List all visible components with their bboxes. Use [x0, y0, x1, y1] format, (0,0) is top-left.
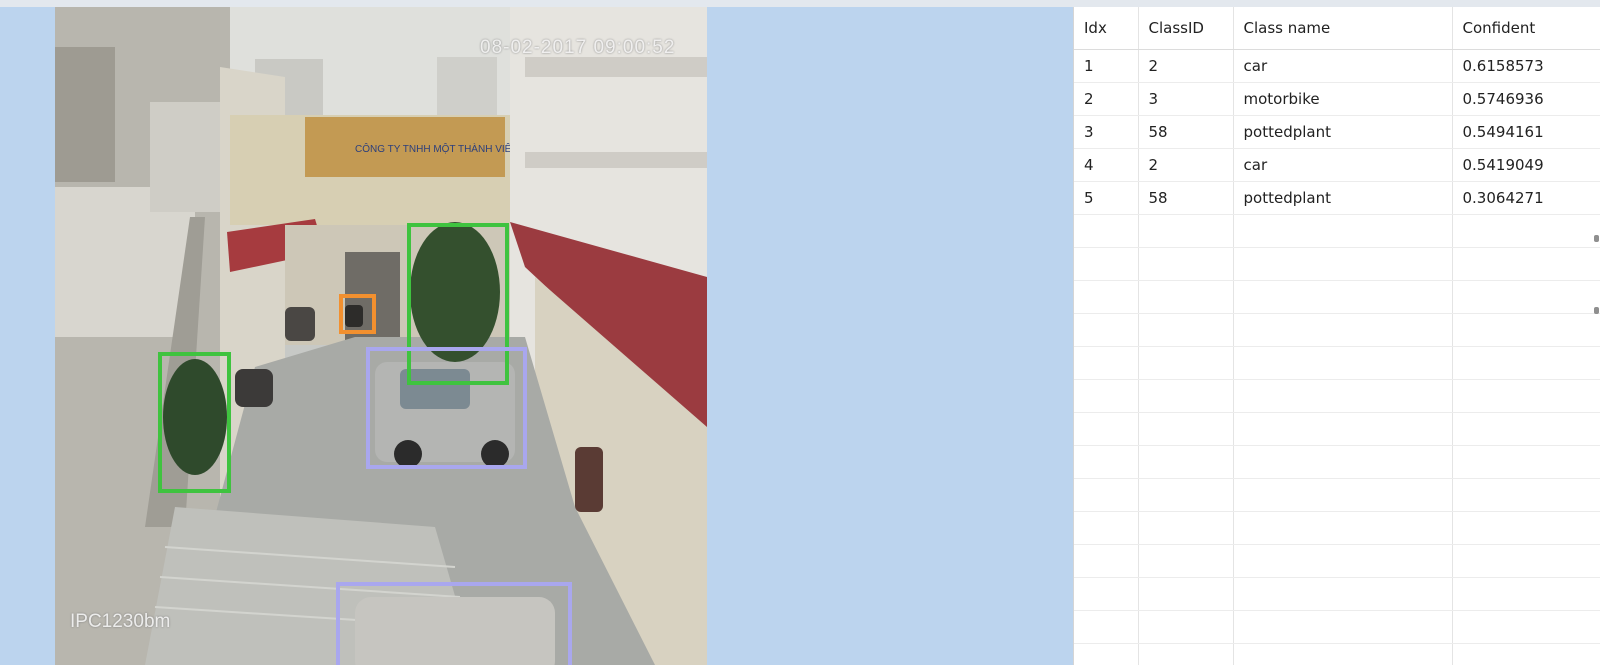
empty-row — [1074, 313, 1600, 347]
empty-row — [1074, 511, 1600, 545]
cell-class-name: car — [1233, 49, 1453, 83]
detection-box-car — [366, 347, 527, 469]
cell-idx: 3 — [1074, 115, 1139, 149]
table-row[interactable]: 2 3 motorbike 0.5746936 — [1074, 82, 1600, 116]
table-row[interactable]: 4 2 car 0.5419049 — [1074, 148, 1600, 182]
camera-timestamp: 08-02-2017 09:00:52 — [480, 37, 676, 58]
scrollbar-marker[interactable] — [1594, 307, 1599, 314]
camera-scene: CÔNG TY TNHH MỘT THÀNH VIÊN — [55, 7, 707, 665]
empty-row — [1074, 610, 1600, 644]
cell-idx: 2 — [1074, 82, 1139, 116]
empty-row — [1074, 379, 1600, 413]
table-row[interactable]: 3 58 pottedplant 0.5494161 — [1074, 115, 1600, 149]
cell-classid: 3 — [1138, 82, 1234, 116]
cell-confidence: 0.5746936 — [1452, 82, 1600, 116]
cell-class-name: pottedplant — [1233, 115, 1453, 149]
empty-row — [1074, 544, 1600, 578]
empty-row — [1074, 214, 1600, 248]
empty-row — [1074, 643, 1600, 665]
scrollbar-marker[interactable] — [1594, 235, 1599, 242]
table-header-row: Idx ClassID Class name Confident — [1074, 7, 1600, 50]
building-sign-text: CÔNG TY TNHH MỘT THÀNH VIÊN — [355, 142, 519, 155]
empty-row — [1074, 412, 1600, 446]
cell-class-name: motorbike — [1233, 82, 1453, 116]
column-header-classid[interactable]: ClassID — [1138, 7, 1234, 50]
empty-row — [1074, 445, 1600, 479]
column-header-class-name[interactable]: Class name — [1233, 7, 1453, 50]
empty-row — [1074, 577, 1600, 611]
cell-idx: 1 — [1074, 49, 1139, 83]
detection-box-pottedplant — [158, 352, 231, 493]
cell-idx: 5 — [1074, 181, 1139, 215]
cell-confidence: 0.6158573 — [1452, 49, 1600, 83]
cell-classid: 58 — [1138, 181, 1234, 215]
detection-box-motorbike — [339, 294, 376, 334]
camera-frame: CÔNG TY TNHH MỘT THÀNH VIÊN 08-02-2017 0… — [55, 7, 707, 665]
cell-class-name: car — [1233, 148, 1453, 182]
column-header-confident[interactable]: Confident — [1452, 7, 1600, 50]
cell-confidence: 0.5419049 — [1452, 148, 1600, 182]
cell-idx: 4 — [1074, 148, 1139, 182]
cell-confidence: 0.3064271 — [1452, 181, 1600, 215]
cell-classid: 2 — [1138, 49, 1234, 83]
cell-classid: 58 — [1138, 115, 1234, 149]
empty-row — [1074, 280, 1600, 314]
cell-confidence: 0.5494161 — [1452, 115, 1600, 149]
top-window-strip — [0, 0, 1600, 7]
table-row[interactable]: 5 58 pottedplant 0.3064271 — [1074, 181, 1600, 215]
camera-label: IPC1230bm — [70, 611, 171, 632]
detection-box-car — [336, 582, 572, 665]
cell-class-name: pottedplant — [1233, 181, 1453, 215]
detections-table-panel: Idx ClassID Class name Confident 1 2 car… — [1073, 7, 1600, 665]
empty-row — [1074, 478, 1600, 512]
empty-row — [1074, 346, 1600, 380]
empty-row — [1074, 247, 1600, 281]
cell-classid: 2 — [1138, 148, 1234, 182]
detections-table: Idx ClassID Class name Confident 1 2 car… — [1074, 7, 1600, 665]
table-row[interactable]: 1 2 car 0.6158573 — [1074, 49, 1600, 83]
column-header-idx[interactable]: Idx — [1074, 7, 1139, 50]
